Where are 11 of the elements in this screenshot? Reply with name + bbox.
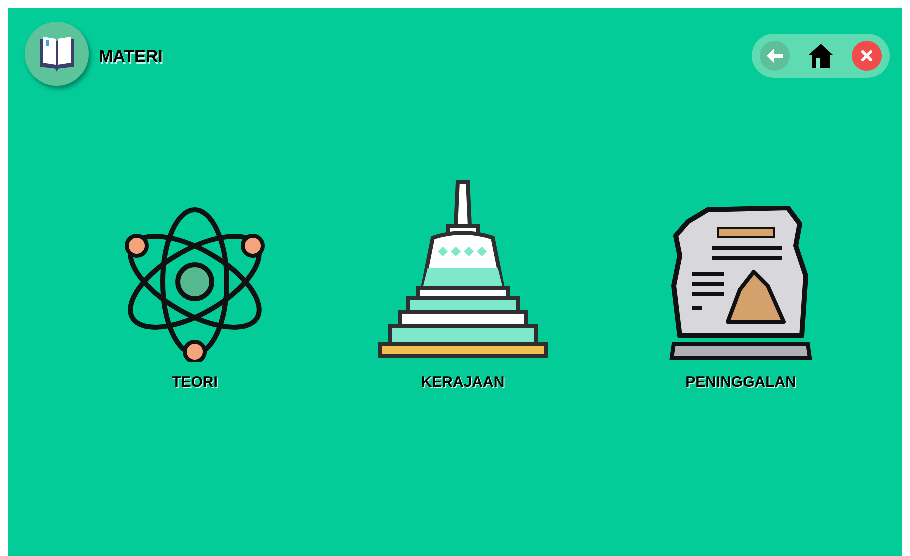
menu-item[interactable]: KERAJAAN	[373, 174, 553, 394]
stone-tablet-icon	[668, 206, 814, 362]
home-icon	[808, 43, 834, 69]
back-button[interactable]	[760, 41, 790, 71]
close-button[interactable]	[852, 41, 882, 71]
menu-item[interactable]: TEORI	[105, 174, 285, 394]
page-title: MATERI	[99, 46, 163, 68]
close-icon	[861, 50, 873, 62]
arrow-left-icon	[767, 49, 783, 63]
book-icon	[25, 22, 89, 86]
menu-item[interactable]: PENINGGALAN	[651, 174, 831, 394]
